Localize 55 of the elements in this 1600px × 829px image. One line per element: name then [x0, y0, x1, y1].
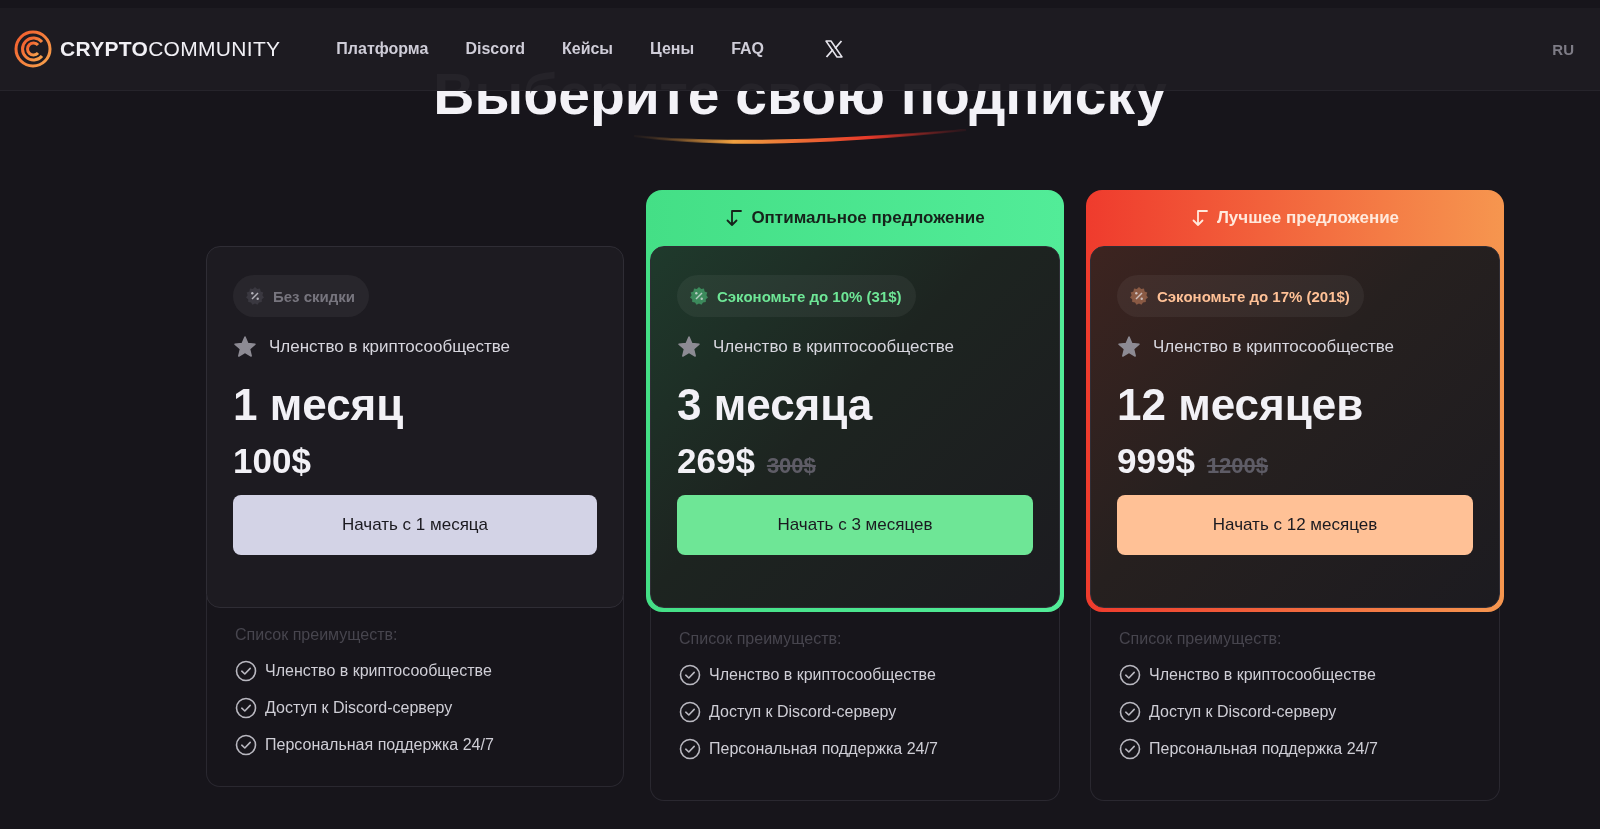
percent-icon — [689, 286, 709, 306]
check-circle-icon — [235, 696, 257, 719]
discount-badge: Без скидки — [233, 275, 370, 317]
nav-link[interactable]: FAQ — [731, 40, 765, 58]
plan-price: 999$ — [1117, 441, 1195, 481]
plan-duration: 3 месяца — [677, 379, 874, 431]
benefit-text: Доступ к Discord-серверу — [1149, 702, 1337, 721]
start-button[interactable]: Начать с 3 месяцев — [677, 495, 1033, 555]
benefit-text: Доступ к Discord-серверу — [709, 702, 897, 721]
percent-icon — [245, 286, 265, 306]
nav-link[interactable]: Кейсы — [561, 40, 614, 58]
benefit-text: Членство в криптосообществе — [265, 661, 492, 680]
check-circle-icon — [235, 733, 257, 756]
star-icon — [1117, 335, 1141, 359]
check-circle-icon — [1119, 737, 1141, 760]
logo-icon — [14, 30, 52, 68]
plan-price: 269$ — [677, 441, 755, 481]
start-button[interactable]: Начать с 1 месяца — [233, 495, 597, 555]
percent-icon — [1129, 286, 1149, 306]
benefit-text: Доступ к Discord-серверу — [265, 698, 453, 717]
star-icon — [233, 335, 257, 359]
nav-link[interactable]: Цены — [650, 40, 695, 58]
plan-duration: 1 месяц — [233, 379, 405, 431]
start-button[interactable]: Начать с 12 месяцев — [1117, 495, 1473, 555]
arrow-down-icon — [725, 209, 744, 227]
discount-badge: Сэкономьте до 17% (201$) — [1117, 275, 1364, 317]
plan-duration: 12 месяцев — [1117, 379, 1365, 431]
membership-label: Членство в криптосообществе — [1153, 337, 1394, 357]
check-circle-icon — [1119, 663, 1141, 686]
check-circle-icon — [235, 659, 257, 682]
old-price: 300$ — [766, 453, 816, 479]
nav-link[interactable]: Discord — [465, 40, 525, 58]
benefit-text: Персональная поддержка 24/7 — [709, 739, 938, 758]
nav-link[interactable]: Платформа — [336, 40, 429, 58]
membership-label: Членство в криптосообществе — [269, 337, 510, 357]
offer-banner-label: Лучшее предложение — [1216, 208, 1400, 228]
old-price: 1200$ — [1206, 453, 1269, 479]
benefit-text: Членство в криптосообществе — [1149, 665, 1376, 684]
arrow-down-icon — [1190, 209, 1209, 227]
star-icon — [677, 335, 701, 359]
language-switcher[interactable]: RU — [1552, 40, 1574, 58]
benefit-text: Членство в криптосообществе — [709, 665, 936, 684]
check-circle-icon — [679, 737, 701, 760]
benefit-text: Персональная поддержка 24/7 — [265, 735, 494, 754]
membership-label: Членство в криптосообществе — [713, 337, 954, 357]
page-title: Выберите свою подписку — [433, 61, 1167, 128]
offer-banner-label: Оптимальное предложение — [751, 208, 985, 228]
x-logo-icon[interactable] — [824, 39, 845, 59]
check-circle-icon — [679, 663, 701, 686]
benefit-text: Персональная поддержка 24/7 — [1149, 739, 1378, 758]
check-circle-icon — [679, 700, 701, 723]
check-circle-icon — [1119, 700, 1141, 723]
discount-badge: Сэкономьте до 10% (31$) — [677, 275, 916, 317]
logo-wordmark[interactable]: CRYPTOCOMMUNITY — [60, 37, 281, 61]
plan-price: 100$ — [233, 441, 311, 481]
